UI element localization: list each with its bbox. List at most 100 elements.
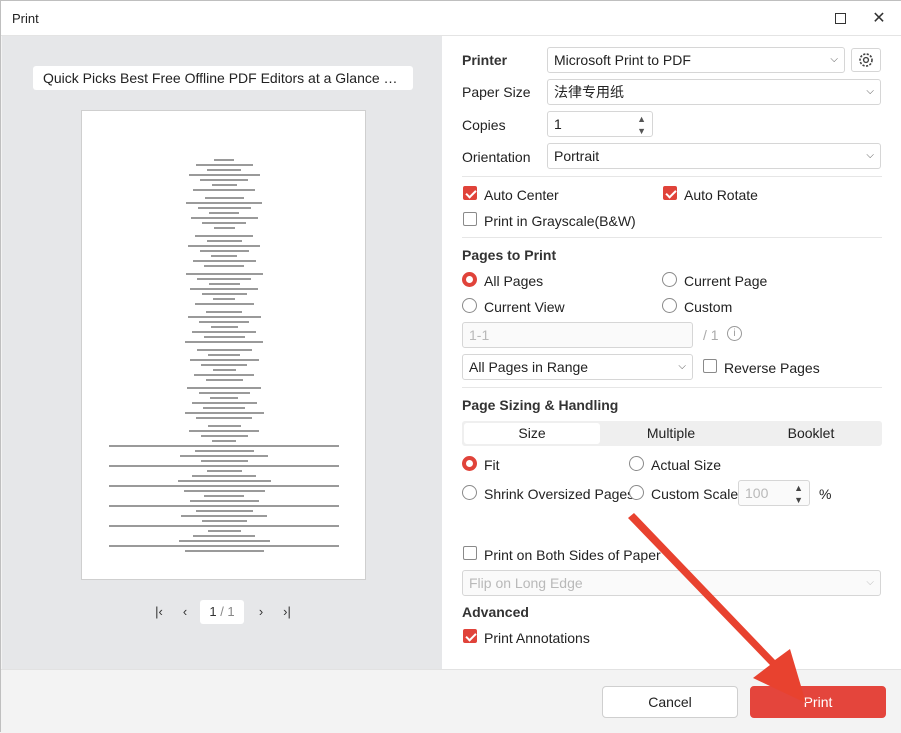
stepper-down-icon[interactable]: ▼ (794, 488, 803, 512)
auto-center-checkbox[interactable] (463, 186, 477, 200)
page-sizing-heading: Page Sizing & Handling (462, 397, 619, 413)
custom-label[interactable]: Custom (684, 299, 732, 315)
reverse-pages-label[interactable]: Reverse Pages (724, 360, 820, 376)
page-number-box[interactable]: 1 / 1 (200, 600, 244, 624)
preview-text-line (195, 235, 253, 237)
current-page-radio[interactable] (662, 272, 677, 287)
preview-text-line (208, 283, 240, 285)
fit-label[interactable]: Fit (484, 457, 500, 473)
paper-size-select[interactable]: 法律专用纸 ⌵ (547, 79, 881, 105)
preview-text-line (187, 387, 261, 389)
grayscale-label[interactable]: Print in Grayscale(B&W) (484, 213, 636, 229)
preview-text-line (194, 303, 254, 305)
maximize-button[interactable] (828, 7, 852, 29)
range-select-value: All Pages in Range (469, 359, 589, 375)
preview-text-line (181, 515, 267, 517)
print-button[interactable]: Print (750, 686, 886, 718)
tab-size[interactable]: Size (464, 423, 600, 444)
tab-booklet[interactable]: Booklet (742, 423, 880, 444)
preview-text-line (213, 227, 235, 229)
preview-text-line (206, 311, 242, 313)
next-page-icon[interactable]: › (251, 602, 271, 622)
document-title: Quick Picks Best Free Offline PDF Editor… (33, 66, 413, 90)
preview-text-line (199, 321, 249, 323)
range-select[interactable]: All Pages in Range ⌵ (462, 354, 693, 380)
preview-text-line (183, 490, 265, 492)
scale-stepper[interactable]: 100 ▲ ▼ (738, 480, 810, 506)
stepper-down-icon[interactable]: ▼ (637, 119, 646, 143)
preview-text-line (200, 179, 248, 181)
all-pages-radio[interactable] (462, 272, 477, 287)
preview-text-line (210, 397, 238, 399)
actual-size-label[interactable]: Actual Size (651, 457, 721, 473)
cancel-button[interactable]: Cancel (602, 686, 738, 718)
preview-text-line (204, 495, 244, 497)
preview-text-line (189, 500, 259, 502)
page-current[interactable]: 1 (209, 604, 216, 619)
preview-text-line (186, 202, 262, 204)
flip-select[interactable]: Flip on Long Edge ⌵ (462, 570, 881, 596)
printer-label: Printer (462, 52, 508, 68)
all-pages-label[interactable]: All Pages (484, 273, 543, 289)
orientation-select[interactable]: Portrait ⌵ (547, 143, 881, 169)
tab-multiple[interactable]: Multiple (602, 423, 740, 444)
preview-text-line (210, 326, 238, 328)
close-icon: ✕ (872, 10, 886, 27)
shrink-oversized-label[interactable]: Shrink Oversized Pages (484, 486, 634, 502)
paper-size-label: Paper Size (462, 84, 531, 100)
printer-select[interactable]: Microsoft Print to PDF ⌵ (547, 47, 845, 73)
preview-text-line (207, 169, 241, 171)
page-preview (81, 110, 366, 580)
preview-text-line (109, 465, 339, 467)
preview-text-line (193, 535, 255, 537)
first-page-icon[interactable]: |‹ (149, 602, 169, 622)
preview-text-line (177, 480, 271, 482)
last-page-icon[interactable]: ›| (277, 602, 297, 622)
copies-value[interactable]: 1 (554, 116, 562, 132)
preview-text-line (203, 407, 245, 409)
current-view-label[interactable]: Current View (484, 299, 565, 315)
preview-text-line (203, 336, 245, 338)
preview-pane: Quick Picks Best Free Offline PDF Editor… (2, 36, 442, 669)
print-annotations-checkbox[interactable] (463, 629, 477, 643)
page-range-total: / 1 (703, 327, 719, 343)
duplex-checkbox[interactable] (463, 546, 477, 560)
preview-text-line (178, 540, 270, 542)
duplex-label[interactable]: Print on Both Sides of Paper (484, 547, 661, 563)
chevron-down-icon: ⌵ (830, 54, 838, 65)
grayscale-checkbox[interactable] (463, 212, 477, 226)
window-title: Print (12, 11, 39, 26)
close-button[interactable]: ✕ (867, 7, 891, 29)
preview-text-line (192, 331, 256, 333)
sizing-tabs: Size Multiple Booklet (462, 421, 882, 446)
print-annotations-label[interactable]: Print Annotations (484, 630, 590, 646)
reverse-pages-checkbox[interactable] (703, 359, 717, 373)
custom-scale-radio[interactable] (629, 485, 644, 500)
preview-text-line (188, 245, 260, 247)
print-dialog: Print ✕ Quick Picks Best Free Offline PD… (0, 0, 901, 732)
auto-rotate-label[interactable]: Auto Rotate (684, 187, 758, 203)
copies-stepper[interactable]: 1 ▲ ▼ (547, 111, 653, 137)
previous-page-icon[interactable]: ‹ (175, 602, 195, 622)
preview-text-line (212, 440, 236, 442)
printer-settings-button[interactable] (851, 48, 881, 72)
auto-center-label[interactable]: Auto Center (484, 187, 559, 203)
orientation-value: Portrait (554, 148, 600, 164)
preview-text-line (196, 349, 252, 351)
info-icon[interactable]: i (727, 326, 742, 341)
actual-size-radio[interactable] (629, 456, 644, 471)
preview-text-line (190, 288, 258, 290)
shrink-oversized-radio[interactable] (462, 485, 477, 500)
custom-scale-label[interactable]: Custom Scale (651, 486, 738, 502)
page-range-input[interactable]: 1-1 (462, 322, 693, 348)
page-total: / 1 (220, 604, 235, 619)
current-page-label[interactable]: Current Page (684, 273, 767, 289)
preview-text-line (200, 460, 248, 462)
fit-radio[interactable] (462, 456, 477, 471)
preview-text-line (189, 359, 259, 361)
current-view-radio[interactable] (462, 298, 477, 313)
auto-rotate-checkbox[interactable] (663, 186, 677, 200)
custom-radio[interactable] (662, 298, 677, 313)
scale-value[interactable]: 100 (745, 485, 768, 501)
preview-text-line (207, 530, 241, 532)
